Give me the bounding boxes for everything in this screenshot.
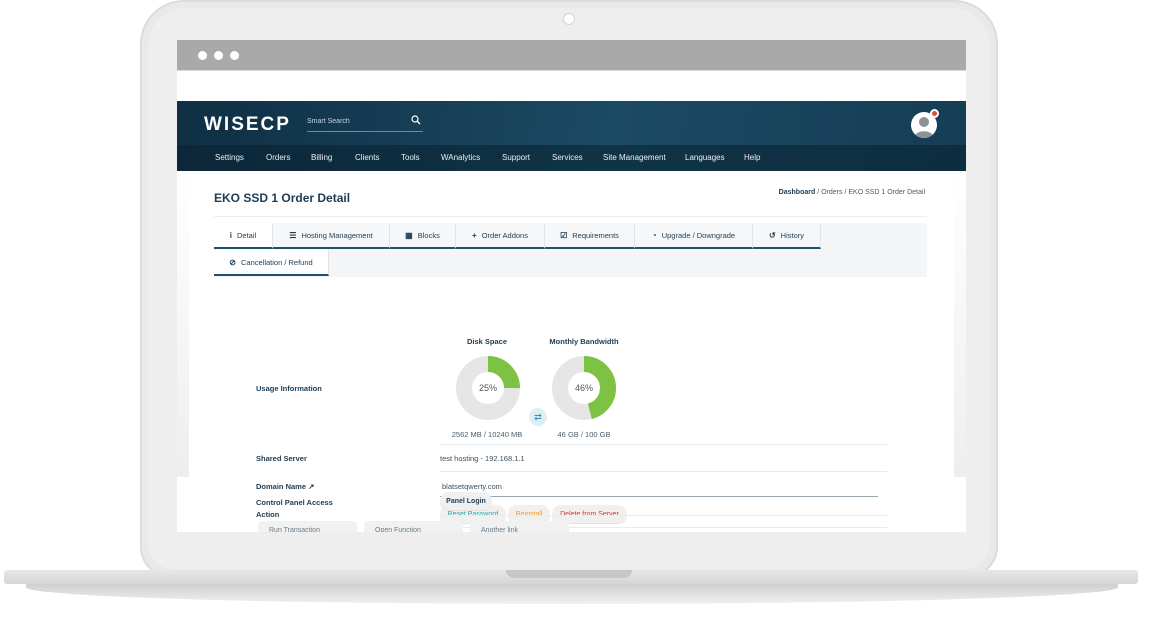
browser-toolbar: [177, 40, 966, 70]
plus-icon: +: [472, 230, 477, 240]
control-panel-access-label: Control Panel Access: [256, 498, 333, 507]
domain-name-text: Domain Name: [256, 482, 307, 491]
divider: [440, 471, 887, 472]
sub-tab-another-link[interactable]: Another link: [470, 521, 569, 532]
tab-requirements[interactable]: ☑ Requirements: [545, 223, 635, 249]
breadcrumb-separator: /: [817, 189, 820, 196]
nav-site-management[interactable]: Site Management: [603, 153, 666, 162]
panel-login-button[interactable]: Panel Login: [440, 492, 492, 510]
bandwidth-percent-text: 46%: [575, 383, 593, 393]
tab-label: Requirements: [572, 230, 619, 240]
laptop-notch: [506, 570, 632, 578]
side-shade: [177, 171, 189, 477]
search-input[interactable]: [307, 113, 402, 129]
nav-help[interactable]: Help: [744, 153, 760, 162]
tab-label: History: [780, 230, 805, 240]
main-nav: Settings Orders Billing Clients Tools WA…: [177, 145, 966, 171]
tab-label: Upgrade / Downgrade: [661, 230, 736, 240]
search-icon[interactable]: [411, 115, 421, 125]
nav-orders[interactable]: Orders: [266, 153, 290, 162]
tab-label: Blocks: [417, 230, 440, 240]
tab-upgrade-downgrade[interactable]: ◔ Upgrade / Downgrade: [635, 223, 753, 249]
tab-bar: i Detail ☰ Hosting Management ▦ Blocks +…: [214, 223, 927, 277]
tab-blocks[interactable]: ▦ Blocks: [390, 223, 456, 249]
action-label: Action: [256, 510, 280, 519]
shared-server-value: test hosting - 192.168.1.1: [440, 454, 525, 463]
tab-order-addons[interactable]: + Order Addons: [456, 223, 545, 249]
breadcrumb-dashboard[interactable]: Dashboard: [779, 189, 816, 196]
page-title: EKO SSD 1 Order Detail: [214, 191, 351, 205]
tab-detail[interactable]: i Detail: [214, 223, 273, 249]
camera-icon: [564, 14, 574, 24]
tab-label: Detail: [237, 230, 257, 240]
divider: [440, 444, 887, 445]
window-dot-icon[interactable]: [214, 51, 223, 60]
breadcrumb-orders[interactable]: Orders: [821, 189, 842, 196]
nav-settings[interactable]: Settings: [215, 153, 244, 162]
disk-space-title: Disk Space: [466, 337, 508, 346]
sub-tab-open-function[interactable]: Open Function: [364, 521, 463, 532]
usage-information-label: Usage Information: [256, 384, 322, 393]
disk-space-donut: 25%: [456, 356, 520, 420]
nav-billing[interactable]: Billing: [311, 153, 332, 162]
nav-support[interactable]: Support: [502, 153, 530, 162]
notification-badge[interactable]: [930, 109, 939, 118]
domain-input-underline: [440, 496, 878, 497]
nav-clients[interactable]: Clients: [355, 153, 379, 162]
external-link-icon[interactable]: ↗: [308, 482, 314, 491]
swap-server-icon[interactable]: ⇄: [529, 408, 547, 426]
nav-services[interactable]: Services: [552, 153, 583, 162]
divider: [214, 216, 927, 217]
app-header: WISECP Settings Orders Billing Clients T…: [177, 101, 966, 171]
nav-tools[interactable]: Tools: [401, 153, 420, 162]
disk-space-caption: 2562 MB / 10240 MB: [451, 430, 523, 439]
list-icon: ☰: [289, 230, 297, 240]
nav-wanalytics[interactable]: WAnalytics: [441, 153, 480, 162]
history-icon: ↺: [768, 230, 776, 240]
divider: [440, 515, 887, 516]
disk-percent-text: 25%: [479, 383, 497, 393]
bandwidth-caption: 46 GB / 100 GB: [557, 430, 611, 439]
ban-icon: ⊘: [229, 257, 236, 267]
tab-hosting-management[interactable]: ☰ Hosting Management: [273, 223, 390, 249]
browser-address-area: [177, 70, 966, 102]
info-icon: i: [229, 230, 233, 240]
smart-search: [307, 113, 423, 132]
brand-logo[interactable]: WISECP: [204, 114, 291, 136]
tab-history[interactable]: ↺ History: [753, 223, 821, 249]
breadcrumb: Dashboard / Orders / EKO SSD 1 Order Det…: [779, 189, 925, 196]
tab-label: Order Addons: [481, 230, 528, 240]
gauge-icon: ◔: [651, 230, 657, 240]
tab-label: Cancellation / Refund: [240, 257, 313, 267]
laptop-base-shadow: [26, 584, 1118, 604]
tab-cancellation-refund[interactable]: ⊘ Cancellation / Refund: [214, 250, 329, 276]
main-content: EKO SSD 1 Order Detail Dashboard / Order…: [177, 171, 966, 532]
window-dot-icon[interactable]: [230, 51, 239, 60]
breadcrumb-current: EKO SSD 1 Order Detail: [848, 189, 925, 196]
checkbox-icon: ☑: [560, 230, 568, 240]
monthly-bandwidth-title: Monthly Bandwidth: [549, 337, 619, 346]
breadcrumb-separator: /: [844, 189, 847, 196]
shared-server-label: Shared Server: [256, 454, 307, 463]
bandwidth-donut: 46%: [552, 356, 616, 420]
side-shade: [954, 171, 966, 477]
domain-name-value[interactable]: blatsetqwerty.com: [442, 482, 502, 491]
domain-name-label: Domain Name ↗: [256, 482, 314, 491]
browser-window: WISECP Settings Orders Billing Clients T…: [177, 40, 966, 532]
window-dot-icon[interactable]: [198, 51, 207, 60]
grid-icon: ▦: [405, 230, 413, 240]
tab-label: Hosting Management: [301, 230, 373, 240]
nav-languages[interactable]: Languages: [685, 153, 725, 162]
sub-tab-run-transaction[interactable]: Run Transaction: [258, 521, 357, 532]
